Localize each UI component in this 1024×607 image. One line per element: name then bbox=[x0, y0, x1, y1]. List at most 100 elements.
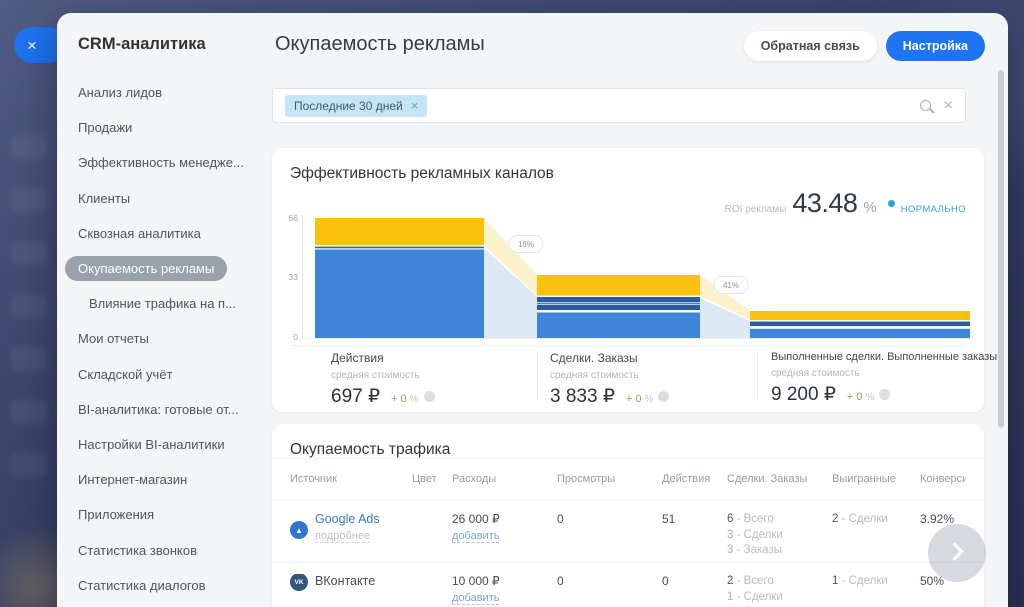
sidebar-item-label: Статистика диалогов bbox=[78, 578, 206, 593]
sidebar-item-my-reports[interactable]: Мои отчеты bbox=[57, 321, 271, 356]
table-row: ▲ Google Ads подробнее 26 000 ₽ добавить… bbox=[290, 512, 966, 559]
views-value: 0 bbox=[557, 512, 662, 559]
source-link[interactable]: Google Ads bbox=[315, 512, 380, 526]
sidebar-item-ad-roi[interactable]: Окупаемость рекламы bbox=[57, 251, 271, 286]
table-header: Источник Цвет Расходы Просмотры Действия… bbox=[290, 473, 966, 485]
sidebar-title: CRM-аналитика bbox=[78, 35, 206, 54]
divider bbox=[272, 500, 984, 501]
stat-label: Выполненные сделки. Выполненные заказы bbox=[771, 351, 997, 363]
column-header-color[interactable]: Цвет bbox=[412, 473, 452, 485]
sidebar-item-apps[interactable]: Приложения bbox=[57, 497, 271, 532]
stat-completed-deals: Выполненные сделки. Выполненные заказы с… bbox=[771, 351, 997, 406]
sidebar-item-end-to-end-analytics[interactable]: Сквозная аналитика bbox=[57, 216, 271, 251]
divider bbox=[272, 562, 984, 563]
sidebar-item-label: Клиенты bbox=[78, 191, 130, 206]
sidebar-item-call-stats[interactable]: Статистика звонков bbox=[57, 532, 271, 567]
column-header-actions[interactable]: Действия bbox=[662, 473, 727, 485]
sidebar-item-label: Мои отчеты bbox=[78, 331, 149, 346]
conversion-badge-label: 41% bbox=[723, 281, 739, 290]
add-expenses-link[interactable]: добавить bbox=[452, 592, 499, 605]
funnel-bar-3-yellow[interactable] bbox=[750, 311, 970, 320]
stat-actions: Действия средняя стоимость 697 ₽ + 0 % bbox=[331, 351, 435, 408]
stat-delta-unit: % bbox=[410, 394, 419, 405]
column-header-conversion[interactable]: Конверсия, bbox=[920, 473, 966, 485]
stat-label: Сделки. Заказы bbox=[550, 351, 669, 365]
deals-cell: 6 - Всего 3 - Сделки 3 - Заказы bbox=[727, 512, 832, 559]
stat-value: 697 ₽ bbox=[331, 385, 380, 408]
column-header-source[interactable]: Источник bbox=[290, 473, 412, 485]
sidebar-item-traffic-influence[interactable]: Влияние трафика на п... bbox=[57, 286, 271, 321]
scroll-right-button[interactable] bbox=[928, 524, 986, 582]
feedback-button[interactable]: Обратная связь bbox=[744, 31, 877, 61]
close-icon: × bbox=[27, 37, 37, 54]
details-link[interactable]: подробнее bbox=[315, 530, 370, 543]
sidebar-item-label: Анализ лидов bbox=[78, 85, 162, 100]
sidebar-item-online-store[interactable]: Интернет-магазин bbox=[57, 462, 271, 497]
crm-analytics-slider: CRM-аналитика Анализ лидов Продажи Эффек… bbox=[57, 13, 1008, 607]
won-cell: 1 - Сделки bbox=[832, 574, 920, 607]
info-icon[interactable] bbox=[658, 391, 669, 402]
background-blur-shape bbox=[10, 400, 48, 424]
stat-value: 3 833 ₽ bbox=[550, 385, 615, 408]
source-label[interactable]: ВКонтакте bbox=[315, 574, 375, 588]
stat-sublabel: средняя стоимость bbox=[771, 368, 997, 379]
sidebar-item-manager-efficiency[interactable]: Эффективность менедже... bbox=[57, 145, 271, 180]
filter-search-input[interactable] bbox=[427, 89, 919, 122]
column-header-deals[interactable]: Сделки. Заказы bbox=[727, 473, 832, 485]
stat-delta: + 0 bbox=[847, 391, 863, 403]
info-icon[interactable] bbox=[879, 389, 890, 400]
info-icon[interactable] bbox=[424, 391, 435, 402]
column-header-views[interactable]: Просмотры bbox=[557, 473, 662, 485]
vertical-scrollbar[interactable] bbox=[998, 70, 1004, 428]
chevron-right-icon bbox=[945, 542, 963, 560]
header-buttons: Обратная связь Настройка bbox=[744, 31, 985, 61]
sidebar-item-bi-ready-reports[interactable]: BI-аналитика: готовые от... bbox=[57, 392, 271, 427]
stat-sublabel: средняя стоимость bbox=[331, 370, 435, 381]
actions-value: 51 bbox=[662, 512, 727, 559]
background-blur-shape bbox=[10, 135, 48, 159]
column-header-won[interactable]: Выигранные bbox=[832, 473, 920, 485]
expenses-value: 10 000 ₽ bbox=[452, 574, 500, 588]
funnel-bar-3-navy[interactable] bbox=[750, 322, 970, 327]
add-expenses-link[interactable]: добавить bbox=[452, 530, 499, 543]
sidebar-item-dialog-stats[interactable]: Статистика диалогов bbox=[57, 568, 271, 603]
filter-bar[interactable]: Последние 30 дней × × bbox=[272, 88, 966, 123]
sidebar-item-label: BI-аналитика: готовые от... bbox=[78, 402, 239, 417]
sidebar-item-label: Эффективность менедже... bbox=[78, 155, 244, 170]
views-value: 0 bbox=[557, 574, 662, 607]
divider bbox=[757, 353, 758, 399]
funnel-bar-2-blue[interactable] bbox=[537, 313, 700, 339]
funnel-bar-2-yellow[interactable] bbox=[537, 275, 700, 296]
funnel-bar-2-navy[interactable] bbox=[537, 297, 700, 302]
sidebar-item-clients[interactable]: Клиенты bbox=[57, 181, 271, 216]
funnel-bar-1-blue[interactable] bbox=[315, 250, 484, 339]
status-dot-icon bbox=[888, 200, 895, 207]
funnel-bar-2-stripe bbox=[537, 303, 700, 305]
column-header-expenses[interactable]: Расходы bbox=[452, 473, 557, 485]
sidebar-item-sales[interactable]: Продажи bbox=[57, 110, 271, 145]
funnel-bar-1-stripe bbox=[315, 247, 484, 249]
stat-delta: + 0 bbox=[626, 393, 642, 405]
filter-chip-last-30-days[interactable]: Последние 30 дней × bbox=[285, 95, 427, 117]
stat-label: Действия bbox=[331, 351, 435, 365]
stat-deals-orders: Сделки. Заказы средняя стоимость 3 833 ₽… bbox=[550, 351, 669, 408]
sidebar-item-label: Настройки BI-аналитики bbox=[78, 437, 225, 452]
stat-value: 9 200 ₽ bbox=[771, 383, 836, 406]
sidebar-item-lead-analysis[interactable]: Анализ лидов bbox=[57, 75, 271, 110]
sidebar-item-label: Приложения bbox=[78, 507, 154, 522]
y-tick: 66 bbox=[289, 213, 299, 223]
sidebar-item-warehouse[interactable]: Складской учёт bbox=[57, 357, 271, 392]
search-icon[interactable] bbox=[920, 100, 931, 111]
sidebar-item-label: Статистика звонков bbox=[78, 543, 197, 558]
sidebar-item-label: Сквозная аналитика bbox=[78, 226, 201, 241]
funnel-bar-3-blue[interactable] bbox=[750, 329, 970, 338]
settings-button[interactable]: Настройка bbox=[886, 31, 985, 61]
sidebar-item-label: Продажи bbox=[78, 120, 132, 135]
clear-filter-icon[interactable]: × bbox=[944, 98, 953, 114]
sidebar-item-bi-settings[interactable]: Настройки BI-аналитики bbox=[57, 427, 271, 462]
traffic-card: Окупаемость трафика Источник Цвет Расход… bbox=[272, 424, 984, 607]
funnel-bar-1-yellow[interactable] bbox=[315, 218, 484, 245]
funnel-bar-2-navy[interactable] bbox=[537, 305, 700, 310]
chip-remove-icon[interactable]: × bbox=[411, 99, 419, 112]
divider bbox=[290, 345, 966, 346]
